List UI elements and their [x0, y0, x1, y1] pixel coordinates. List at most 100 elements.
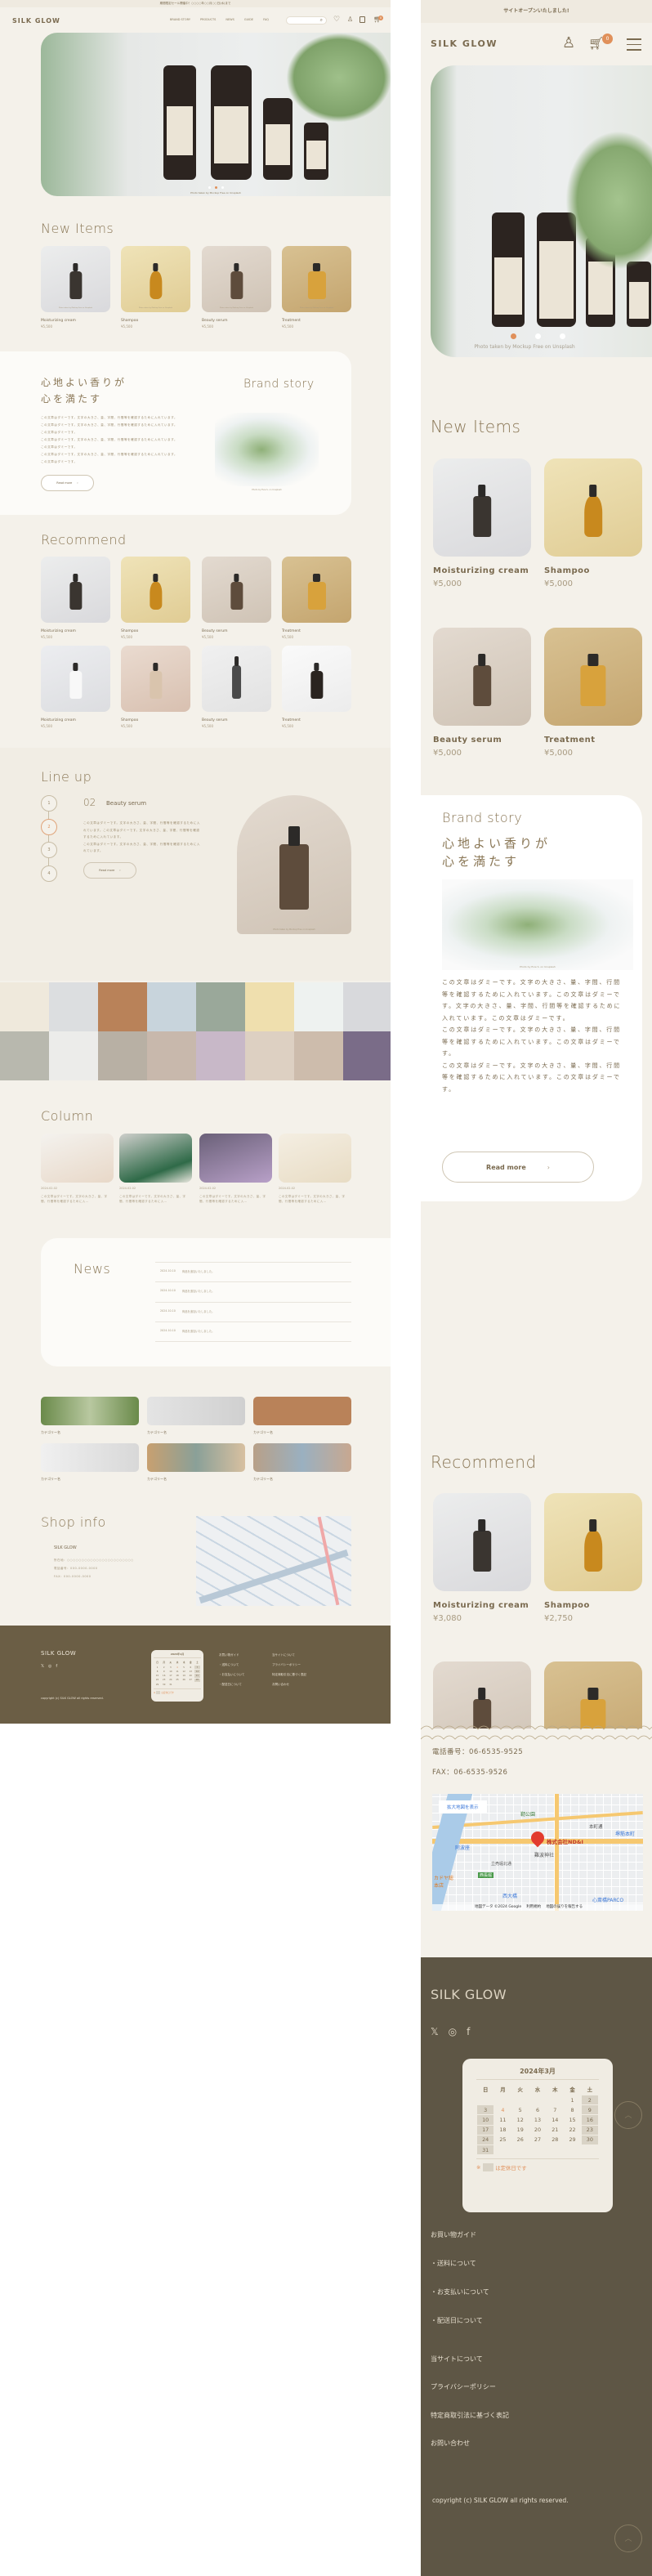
product-card[interactable]: Beauty serum ¥5,500 [202, 646, 271, 728]
product-card[interactable]: Shampoo ¥2,750 [544, 1493, 642, 1623]
hero-slider[interactable]: Photo taken by Mockup Free on Unsplash [41, 33, 391, 196]
product-image[interactable]: Photo taken by Mockup Free on Unsplash [282, 246, 351, 312]
product-image[interactable] [433, 458, 531, 557]
footer-link[interactable]: お問い合わせ [272, 1683, 289, 1687]
category-card[interactable]: カテゴリー名 [41, 1443, 139, 1482]
lineup-step-4[interactable]: 4 [41, 865, 57, 883]
footer-link[interactable]: ・配送日について [431, 2316, 483, 2325]
footer-link[interactable]: ・お支払いについて [431, 2288, 489, 2296]
logo[interactable]: SILK GLOW [12, 17, 60, 25]
footer-link[interactable]: ・送料について [219, 1663, 239, 1667]
map-pin-icon[interactable] [528, 1828, 547, 1848]
product-image[interactable] [41, 646, 110, 712]
product-image[interactable] [433, 628, 531, 726]
footer-link[interactable]: プライバシーポリシー [431, 2382, 496, 2391]
scroll-to-top-button[interactable]: ︿ [614, 2525, 642, 2552]
product-card[interactable]: Shampoo ¥5,500 [121, 557, 190, 639]
lineup-step-1[interactable]: 1 [41, 795, 57, 812]
product-image[interactable] [544, 628, 642, 726]
facebook-icon[interactable]: f [56, 1664, 57, 1669]
lineup-read-more-button[interactable]: Read more › [83, 862, 136, 879]
product-card[interactable]: Beauty serum ¥5,000 [433, 628, 531, 758]
product-card[interactable]: Moisturizing cream ¥5,000 [433, 458, 531, 588]
slider-dot[interactable] [221, 186, 224, 189]
product-image[interactable] [282, 646, 351, 712]
slider-dot[interactable] [511, 333, 516, 339]
product-image[interactable] [121, 557, 190, 623]
nav-link-faq[interactable]: FAQ [263, 18, 269, 21]
product-image[interactable] [41, 557, 110, 623]
product-image[interactable]: Photo taken by Mockup Free on Unsplash [202, 246, 271, 312]
nav-link-brand-story[interactable]: BRAND STORY [170, 18, 190, 21]
search-input[interactable]: ⌕ [286, 16, 327, 25]
map-embed[interactable]: 拡大地図を表示 株式会社ND&I 靭公園 阿波座 難波神社 本町通 堺筋本町 立… [432, 1794, 643, 1911]
footer-link[interactable]: 当サイトについて [272, 1653, 295, 1657]
instagram-icon[interactable]: ◎ [48, 1664, 51, 1669]
column-image[interactable] [119, 1134, 192, 1183]
lineup-step-3[interactable]: 3 [41, 842, 57, 859]
footer-link[interactable]: ・送料について [431, 2259, 476, 2268]
hamburger-menu-icon[interactable] [627, 38, 641, 51]
column-card[interactable]: 2024.02.02 この文章はダミーです。文字の大きさ、量、字間、行間等を確認す… [41, 1134, 114, 1204]
footer-link[interactable]: 当サイトについて [431, 2355, 483, 2364]
footer-link[interactable]: ・お支払いについて [219, 1673, 244, 1677]
news-item[interactable]: 2024.10.10 商品を追加いたしました。 [160, 1329, 214, 1333]
product-card[interactable]: Treatment ¥5,000 [544, 628, 642, 758]
product-image[interactable] [282, 557, 351, 623]
product-card[interactable]: Photo taken by Mockup Free on Unsplash Tr… [282, 246, 351, 329]
lock-icon[interactable] [359, 16, 365, 23]
column-image[interactable] [199, 1134, 272, 1183]
product-card[interactable]: Beauty serum ¥5,500 [202, 557, 271, 639]
footer-link[interactable]: ・配送日について [219, 1683, 242, 1687]
logo[interactable]: SILK GLOW [431, 38, 498, 49]
slider-dot[interactable] [215, 186, 217, 189]
product-card[interactable]: Photo taken by Mockup Free on Unsplash Be… [202, 246, 271, 329]
category-card[interactable]: カテゴリー名 [253, 1397, 351, 1435]
slider-dot[interactable] [535, 333, 541, 339]
map-terms-link[interactable]: 利用規約 [526, 1904, 541, 1911]
category-image[interactable] [253, 1443, 351, 1472]
category-card[interactable]: カテゴリー名 [253, 1443, 351, 1482]
news-item[interactable]: 2024.10.10 商品を追加いたしました。 [160, 1309, 214, 1313]
hero-slider[interactable]: Photo taken by Mockup Free on Unsplash [431, 65, 652, 357]
product-card[interactable]: Moisturizing cream ¥3,080 [433, 1493, 531, 1623]
footer-logo[interactable]: SILK GLOW [41, 1650, 76, 1657]
enlarge-map-link[interactable]: 拡大地図を表示 [439, 1800, 487, 1813]
slider-dot[interactable] [208, 186, 211, 189]
facebook-icon[interactable]: f [467, 2026, 470, 2037]
heart-icon[interactable]: ♡ [333, 16, 340, 24]
search-icon[interactable]: ⌕ [320, 17, 323, 24]
nav-link-products[interactable]: PRODUCTS [200, 18, 216, 21]
category-image[interactable] [41, 1443, 139, 1472]
category-image[interactable] [253, 1397, 351, 1425]
column-image[interactable] [279, 1134, 351, 1183]
product-card[interactable]: Treatment ¥5,500 [282, 646, 351, 728]
x-icon[interactable]: 𝕏 [431, 2026, 439, 2037]
product-card[interactable]: Moisturizing cream ¥5,500 [41, 557, 110, 639]
product-card[interactable]: Photo taken by Mockup Free on Unsplash Mo… [41, 246, 110, 329]
column-card[interactable]: 2024.02.02 この文章はダミーです。文字の大きさ、量、字間、行間等を確認す… [199, 1134, 272, 1204]
x-icon[interactable]: 𝕏 [41, 1664, 44, 1669]
read-more-button[interactable]: Read more › [442, 1152, 594, 1183]
footer-link[interactable]: 特定商取引法に基づく表記 [272, 1673, 306, 1677]
nav-link-guide[interactable]: GUIDE [244, 18, 253, 21]
footer-logo[interactable]: SILK GLOW [431, 1987, 507, 2002]
user-icon[interactable]: ♙ [347, 16, 353, 23]
slider-dot[interactable] [560, 333, 565, 339]
news-item[interactable]: 2024.10.10 商品を追加いたしました。 [160, 1269, 214, 1273]
category-card[interactable]: カテゴリー名 [147, 1397, 245, 1435]
column-image[interactable] [41, 1134, 114, 1183]
product-card[interactable]: Shampoo ¥5,500 [121, 646, 190, 728]
category-image[interactable] [147, 1443, 245, 1472]
footer-link[interactable]: プライバシーポリシー [272, 1663, 301, 1667]
product-card[interactable]: Treatment ¥5,500 [282, 557, 351, 639]
product-image[interactable]: Photo taken by Mockup Free on Unsplash [41, 246, 110, 312]
product-image[interactable] [121, 646, 190, 712]
product-card[interactable]: Moisturizing cream ¥5,500 [41, 646, 110, 728]
scroll-to-top-button[interactable]: ︿ [614, 2101, 642, 2129]
category-image[interactable] [147, 1397, 245, 1425]
product-card[interactable]: Photo taken by Mockup Free on Unsplash Sh… [121, 246, 190, 329]
read-more-button[interactable]: Read more › [41, 475, 94, 491]
product-image[interactable] [202, 557, 271, 623]
product-card[interactable]: Shampoo ¥5,000 [544, 458, 642, 588]
